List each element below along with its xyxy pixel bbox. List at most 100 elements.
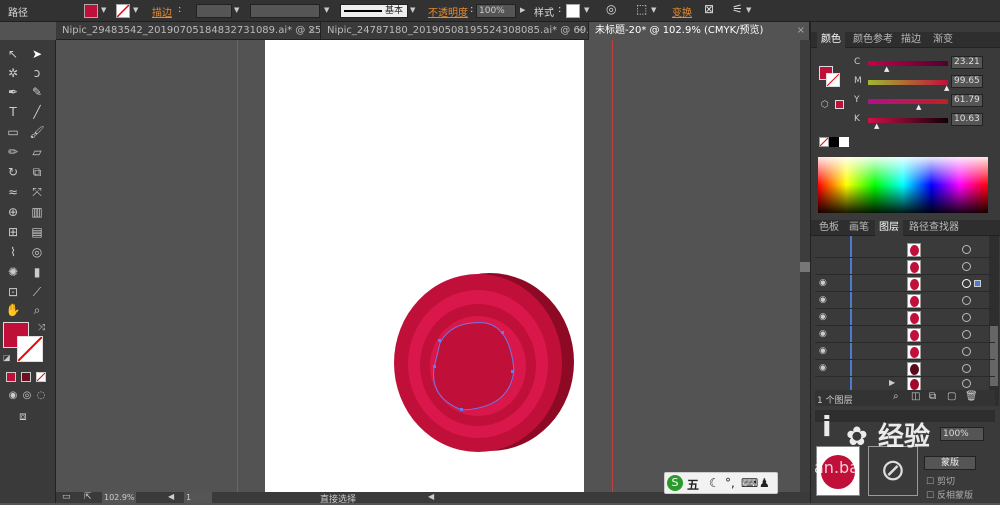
locate-object-icon[interactable]: ⌕	[893, 391, 899, 402]
artboard-tool-icon[interactable]: ⊡	[4, 284, 22, 300]
perspective-grid-icon[interactable]: ▥	[28, 204, 46, 220]
invert-mask-checkbox[interactable]: ☐ 反相蒙版	[926, 488, 973, 501]
fill-swatch[interactable]	[84, 4, 98, 18]
export-icon[interactable]: ⇱	[84, 492, 92, 502]
eye-icon[interactable]: ◉	[819, 295, 827, 305]
chevron-down-icon[interactable]: ▼	[101, 6, 106, 14]
layer-row[interactable]: ◉	[815, 293, 995, 309]
transparency-opacity-field[interactable]: 100%	[940, 427, 984, 441]
slider-thumb[interactable]: ▲	[944, 84, 949, 92]
curvature-tool-icon[interactable]: ✎	[28, 84, 46, 100]
pencil-tool-icon[interactable]: ✏	[4, 144, 22, 160]
zoom-tool-icon[interactable]: ⌕	[28, 302, 46, 318]
shape-builder-icon[interactable]: ⊕	[4, 204, 22, 220]
target-icon[interactable]	[962, 364, 971, 373]
stroke-swatch[interactable]	[116, 4, 130, 18]
chevron-down-icon[interactable]: ▼	[133, 6, 138, 14]
chevron-down-icon[interactable]: ▼	[584, 6, 589, 14]
anchor-point[interactable]	[433, 365, 436, 368]
cyan-value[interactable]: 23.21	[951, 56, 983, 69]
swap-colors-icon[interactable]: ⤨	[38, 323, 45, 333]
selected-path[interactable]	[433, 322, 515, 411]
stroke-weight-field[interactable]	[196, 4, 232, 18]
color-mode-icon[interactable]	[6, 372, 16, 382]
target-icon[interactable]	[962, 313, 971, 322]
draw-inside-icon[interactable]: ◌	[32, 388, 50, 404]
slider-thumb[interactable]: ▲	[916, 103, 921, 111]
eye-icon[interactable]: ◉	[819, 278, 827, 288]
tab-doc-2[interactable]: Nipic_24787180_20190508195524308085.ai* …	[321, 22, 589, 40]
slider-k[interactable]: K ▲ 10.63	[811, 112, 1000, 130]
opacity-field[interactable]: 100%	[476, 4, 516, 18]
scroll-left-icon[interactable]: ◀	[428, 492, 434, 501]
slice-tool-icon[interactable]: ⟋	[28, 284, 46, 300]
slider-track[interactable]	[868, 118, 948, 123]
close-icon[interactable]: ×	[797, 22, 805, 40]
slider-y[interactable]: Y ▲ 61.79	[811, 93, 1000, 111]
none-mode-icon[interactable]	[36, 372, 46, 382]
punctuation-icon[interactable]: °,	[725, 476, 735, 490]
tab-stroke[interactable]: 描边	[897, 32, 925, 48]
slider-thumb[interactable]: ▲	[874, 122, 879, 130]
chevron-down-icon[interactable]: ▼	[324, 6, 329, 14]
transform-label[interactable]: 变换	[672, 4, 692, 19]
tab-layers[interactable]: 图层	[875, 220, 903, 236]
layer-row[interactable]: ◉	[815, 361, 995, 377]
target-icon[interactable]	[962, 262, 971, 271]
mask-placeholder-icon[interactable]: ⊘	[868, 446, 918, 496]
rotate-tool-icon[interactable]: ↻	[4, 164, 22, 180]
white-swatch[interactable]	[839, 137, 849, 147]
eye-icon[interactable]: ◉	[819, 312, 827, 322]
paintbrush-icon[interactable]: 🖌	[28, 124, 46, 140]
clipping-mask-icon[interactable]: ◫	[911, 391, 920, 402]
slider-m[interactable]: M ▲ 99.65	[811, 74, 1000, 92]
red-disc-artwork[interactable]	[390, 268, 580, 458]
close-icon[interactable]: ×	[576, 22, 584, 40]
lasso-icon[interactable]: ↄ	[28, 65, 46, 81]
panel-options-icon[interactable]: ⚟	[732, 2, 743, 16]
slider-thumb[interactable]: ▲	[884, 65, 889, 73]
scale-tool-icon[interactable]: ⧉	[28, 164, 46, 180]
slider-track[interactable]	[868, 80, 948, 85]
chevron-down-icon[interactable]: ▼	[410, 6, 415, 14]
column-graph-icon[interactable]: ▮	[28, 264, 46, 280]
warp-tool-icon[interactable]: ≈	[4, 184, 22, 200]
tab-pathfinder[interactable]: 路径查找器	[905, 220, 963, 236]
anchor-point[interactable]	[501, 331, 504, 334]
screen-mode-icon[interactable]: ⧈	[14, 408, 32, 424]
anchor-point[interactable]	[438, 339, 441, 342]
clip-checkbox[interactable]: ☐ 剪切	[926, 474, 955, 487]
mesh-tool-icon[interactable]: ⊞	[4, 224, 22, 240]
chevron-down-icon[interactable]: ▼	[651, 6, 656, 14]
tab-gradient[interactable]: 渐变	[929, 32, 957, 48]
prev-artboard-icon[interactable]: ◀	[168, 492, 174, 501]
target-icon[interactable]	[962, 379, 971, 388]
tab-color[interactable]: 颜色	[817, 32, 845, 48]
layer-row[interactable]: ◉	[815, 310, 995, 326]
target-icon[interactable]	[962, 296, 971, 305]
variable-width-dropdown[interactable]	[250, 4, 320, 18]
selection-indicator[interactable]	[974, 280, 981, 287]
color-spectrum[interactable]	[818, 157, 988, 213]
chevron-down-icon[interactable]: ▼	[746, 6, 751, 14]
stroke-color-box[interactable]	[17, 336, 43, 362]
tab-brushes[interactable]: 画笔	[845, 220, 873, 236]
layer-row[interactable]	[815, 242, 995, 258]
ime-mode-label[interactable]: 五	[687, 476, 699, 493]
eraser-tool-icon[interactable]: ▱	[28, 144, 46, 160]
target-icon[interactable]	[962, 279, 971, 288]
line-tool-icon[interactable]: ╱	[28, 104, 46, 120]
eyedropper-icon[interactable]: ⌇	[4, 244, 22, 260]
skin-icon[interactable]: ♟	[759, 476, 770, 490]
slider-c[interactable]: C ▲ 23.21	[811, 55, 1000, 73]
eye-icon[interactable]: ◉	[819, 346, 827, 356]
layer-row[interactable]: ◉	[815, 344, 995, 360]
direct-selection-tool-icon[interactable]: ➤	[28, 46, 46, 62]
gradient-mode-icon[interactable]	[21, 372, 31, 382]
slider-track[interactable]	[868, 99, 948, 104]
target-icon[interactable]	[962, 347, 971, 356]
yellow-value[interactable]: 61.79	[951, 94, 983, 107]
target-icon[interactable]	[962, 245, 971, 254]
scrollbar-thumb[interactable]	[800, 262, 810, 272]
free-transform-icon[interactable]: ⤧	[28, 184, 46, 200]
